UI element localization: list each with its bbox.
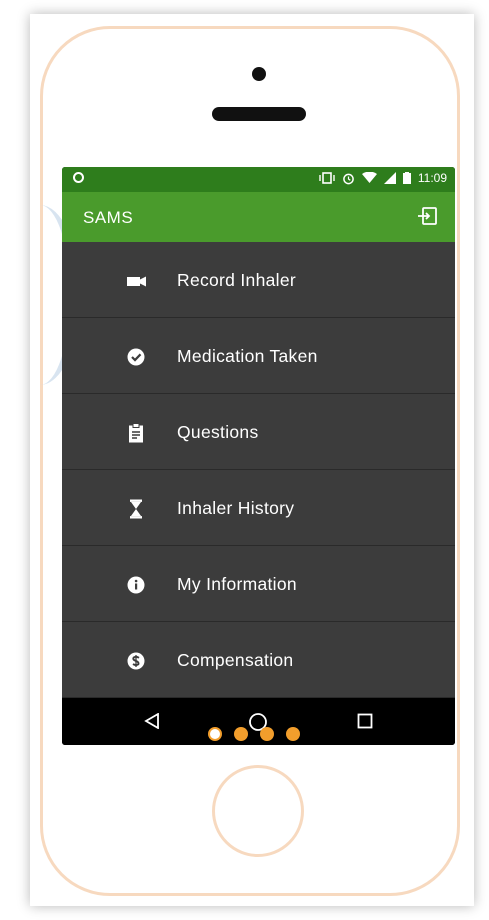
menu-item-compensation[interactable]: Compensation (62, 622, 455, 698)
menu-item-questions[interactable]: Questions (62, 394, 455, 470)
clock-time: 11:09 (417, 171, 447, 185)
app-bar: SAMS (62, 192, 455, 242)
wifi-icon (361, 172, 377, 183)
menu-item-record-inhaler[interactable]: Record Inhaler (62, 242, 455, 318)
dollar-circle-icon (127, 652, 145, 670)
notification-icon (73, 172, 84, 183)
app-title: SAMS (83, 208, 134, 227)
menu-item-medication-taken[interactable]: Medication Taken (62, 318, 455, 394)
menu-item-label: Inhaler History (177, 498, 295, 518)
alarm-icon (343, 173, 354, 184)
menu-item-label: Questions (177, 422, 259, 442)
status-bar: 11:09 (62, 167, 455, 192)
earpiece-speaker (212, 107, 306, 121)
menu-item-my-information[interactable]: My Information (62, 546, 455, 622)
vibrate-icon (319, 172, 335, 184)
check-circle-icon (127, 348, 145, 366)
clipboard-icon (129, 423, 143, 443)
hourglass-icon (130, 499, 142, 519)
page-dot[interactable] (260, 727, 274, 741)
info-icon (127, 576, 145, 594)
page-dot[interactable] (234, 727, 248, 741)
physical-home-button[interactable] (212, 765, 304, 857)
menu-item-label: Record Inhaler (177, 270, 296, 290)
menu-item-label: Compensation (177, 650, 294, 670)
logout-icon[interactable] (417, 207, 437, 225)
recents-icon[interactable] (357, 713, 373, 729)
menu-item-label: Medication Taken (177, 346, 318, 366)
signal-icon (383, 172, 396, 184)
battery-icon (402, 172, 411, 184)
front-camera (252, 67, 266, 81)
back-icon[interactable] (144, 713, 160, 729)
menu-item-label: My Information (177, 574, 297, 594)
page-dot[interactable] (286, 727, 300, 741)
page-dot-active[interactable] (208, 727, 222, 741)
main-menu: Record Inhaler Medication Taken Question… (62, 242, 455, 698)
page-indicator (208, 727, 300, 741)
menu-item-inhaler-history[interactable]: Inhaler History (62, 470, 455, 546)
phone-screen: 11:09 SAMS Record Inhaler Medication Tak… (62, 167, 455, 745)
video-camera-icon (127, 276, 146, 287)
